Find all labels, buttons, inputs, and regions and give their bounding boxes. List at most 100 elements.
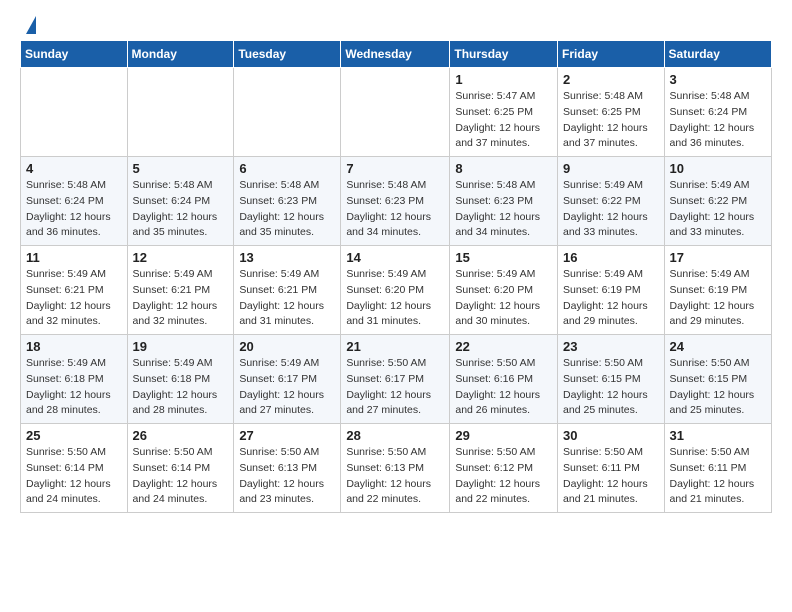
day-number: 8 bbox=[455, 161, 552, 176]
day-info: Sunrise: 5:49 AMSunset: 6:22 PMDaylight:… bbox=[563, 178, 659, 241]
day-info: Sunrise: 5:50 AMSunset: 6:16 PMDaylight:… bbox=[455, 356, 552, 419]
day-number: 1 bbox=[455, 72, 552, 87]
day-number: 23 bbox=[563, 339, 659, 354]
calendar-week-row: 18 Sunrise: 5:49 AMSunset: 6:18 PMDayligh… bbox=[21, 335, 772, 424]
day-number: 11 bbox=[26, 250, 122, 265]
calendar-cell: 23Sunrise: 5:50 AMSunset: 6:15 PMDayligh… bbox=[558, 335, 665, 424]
calendar-header-row: SundayMondayTuesdayWednesdayThursdayFrid… bbox=[21, 41, 772, 68]
calendar-cell: 21 Sunrise: 5:50 AMSunset: 6:17 PMDayligh… bbox=[341, 335, 450, 424]
day-info: Sunrise: 5:50 AMSunset: 6:13 PMDaylight:… bbox=[346, 445, 444, 508]
day-number: 5 bbox=[133, 161, 229, 176]
day-number: 7 bbox=[346, 161, 444, 176]
day-info: Sunrise: 5:49 AMSunset: 6:20 PMDaylight:… bbox=[455, 267, 552, 330]
calendar-cell: 5 Sunrise: 5:48 AMSunset: 6:24 PMDaylight… bbox=[127, 157, 234, 246]
calendar-cell: 3Sunrise: 5:48 AMSunset: 6:24 PMDaylight… bbox=[664, 68, 771, 157]
calendar-week-row: 1Sunrise: 5:47 AMSunset: 6:25 PMDaylight… bbox=[21, 68, 772, 157]
day-number: 17 bbox=[670, 250, 766, 265]
calendar-cell: 24 Sunrise: 5:50 AMSunset: 6:15 PMDayligh… bbox=[664, 335, 771, 424]
day-info: Sunrise: 5:48 AMSunset: 6:24 PMDaylight:… bbox=[670, 89, 766, 152]
day-info: Sunrise: 5:49 AMSunset: 6:20 PMDaylight:… bbox=[346, 267, 444, 330]
calendar-cell bbox=[234, 68, 341, 157]
calendar-cell: 18 Sunrise: 5:49 AMSunset: 6:18 PMDayligh… bbox=[21, 335, 128, 424]
day-info: Sunrise: 5:50 AMSunset: 6:13 PMDaylight:… bbox=[239, 445, 335, 508]
calendar-week-row: 11 Sunrise: 5:49 AMSunset: 6:21 PMDayligh… bbox=[21, 246, 772, 335]
calendar-week-row: 25 Sunrise: 5:50 AMSunset: 6:14 PMDayligh… bbox=[21, 424, 772, 513]
weekday-header-saturday: Saturday bbox=[664, 41, 771, 68]
day-number: 12 bbox=[133, 250, 229, 265]
day-info: Sunrise: 5:49 AMSunset: 6:19 PMDaylight:… bbox=[563, 267, 659, 330]
calendar-cell: 27 Sunrise: 5:50 AMSunset: 6:13 PMDayligh… bbox=[234, 424, 341, 513]
day-info: Sunrise: 5:49 AMSunset: 6:18 PMDaylight:… bbox=[133, 356, 229, 419]
day-info: Sunrise: 5:48 AMSunset: 6:23 PMDaylight:… bbox=[455, 178, 552, 241]
day-number: 27 bbox=[239, 428, 335, 443]
weekday-header-wednesday: Wednesday bbox=[341, 41, 450, 68]
logo-triangle-icon bbox=[26, 16, 36, 34]
day-number: 14 bbox=[346, 250, 444, 265]
calendar-cell: 31Sunrise: 5:50 AMSunset: 6:11 PMDayligh… bbox=[664, 424, 771, 513]
day-info: Sunrise: 5:48 AMSunset: 6:24 PMDaylight:… bbox=[26, 178, 122, 241]
day-number: 2 bbox=[563, 72, 659, 87]
day-number: 6 bbox=[239, 161, 335, 176]
day-info: Sunrise: 5:48 AMSunset: 6:24 PMDaylight:… bbox=[133, 178, 229, 241]
calendar-cell: 6 Sunrise: 5:48 AMSunset: 6:23 PMDaylight… bbox=[234, 157, 341, 246]
calendar-cell: 30 Sunrise: 5:50 AMSunset: 6:11 PMDayligh… bbox=[558, 424, 665, 513]
calendar-cell: 1Sunrise: 5:47 AMSunset: 6:25 PMDaylight… bbox=[450, 68, 558, 157]
day-number: 4 bbox=[26, 161, 122, 176]
day-info: Sunrise: 5:49 AMSunset: 6:19 PMDaylight:… bbox=[670, 267, 766, 330]
logo bbox=[20, 16, 36, 30]
day-info: Sunrise: 5:49 AMSunset: 6:18 PMDaylight:… bbox=[26, 356, 122, 419]
day-number: 22 bbox=[455, 339, 552, 354]
day-info: Sunrise: 5:48 AMSunset: 6:25 PMDaylight:… bbox=[563, 89, 659, 152]
day-number: 13 bbox=[239, 250, 335, 265]
calendar-cell: 28 Sunrise: 5:50 AMSunset: 6:13 PMDayligh… bbox=[341, 424, 450, 513]
calendar-cell: 10Sunrise: 5:49 AMSunset: 6:22 PMDayligh… bbox=[664, 157, 771, 246]
weekday-header-monday: Monday bbox=[127, 41, 234, 68]
calendar-cell: 29 Sunrise: 5:50 AMSunset: 6:12 PMDayligh… bbox=[450, 424, 558, 513]
calendar-table: SundayMondayTuesdayWednesdayThursdayFrid… bbox=[20, 40, 772, 513]
day-info: Sunrise: 5:50 AMSunset: 6:11 PMDaylight:… bbox=[563, 445, 659, 508]
day-info: Sunrise: 5:50 AMSunset: 6:17 PMDaylight:… bbox=[346, 356, 444, 419]
day-info: Sunrise: 5:49 AMSunset: 6:17 PMDaylight:… bbox=[239, 356, 335, 419]
calendar-cell: 11Sunrise: 5:49 AMSunset: 6:21 PMDayligh… bbox=[21, 246, 128, 335]
calendar-cell bbox=[127, 68, 234, 157]
day-number: 16 bbox=[563, 250, 659, 265]
day-number: 10 bbox=[670, 161, 766, 176]
calendar-cell: 7Sunrise: 5:48 AMSunset: 6:23 PMDaylight… bbox=[341, 157, 450, 246]
calendar-cell: 15 Sunrise: 5:49 AMSunset: 6:20 PMDayligh… bbox=[450, 246, 558, 335]
calendar-cell: 25 Sunrise: 5:50 AMSunset: 6:14 PMDayligh… bbox=[21, 424, 128, 513]
day-info: Sunrise: 5:50 AMSunset: 6:12 PMDaylight:… bbox=[455, 445, 552, 508]
calendar-cell: 2 Sunrise: 5:48 AMSunset: 6:25 PMDaylight… bbox=[558, 68, 665, 157]
day-info: Sunrise: 5:48 AMSunset: 6:23 PMDaylight:… bbox=[239, 178, 335, 241]
weekday-header-tuesday: Tuesday bbox=[234, 41, 341, 68]
day-number: 28 bbox=[346, 428, 444, 443]
day-info: Sunrise: 5:50 AMSunset: 6:14 PMDaylight:… bbox=[133, 445, 229, 508]
calendar-cell bbox=[341, 68, 450, 157]
day-number: 19 bbox=[133, 339, 229, 354]
day-number: 9 bbox=[563, 161, 659, 176]
day-number: 30 bbox=[563, 428, 659, 443]
day-number: 15 bbox=[455, 250, 552, 265]
calendar-cell: 4 Sunrise: 5:48 AMSunset: 6:24 PMDaylight… bbox=[21, 157, 128, 246]
day-info: Sunrise: 5:50 AMSunset: 6:14 PMDaylight:… bbox=[26, 445, 122, 508]
day-number: 18 bbox=[26, 339, 122, 354]
calendar-cell: 13 Sunrise: 5:49 AMSunset: 6:21 PMDayligh… bbox=[234, 246, 341, 335]
calendar-cell: 14 Sunrise: 5:49 AMSunset: 6:20 PMDayligh… bbox=[341, 246, 450, 335]
day-number: 29 bbox=[455, 428, 552, 443]
page-header bbox=[20, 16, 772, 30]
calendar-cell: 20 Sunrise: 5:49 AMSunset: 6:17 PMDayligh… bbox=[234, 335, 341, 424]
day-info: Sunrise: 5:50 AMSunset: 6:15 PMDaylight:… bbox=[670, 356, 766, 419]
calendar-cell: 22 Sunrise: 5:50 AMSunset: 6:16 PMDayligh… bbox=[450, 335, 558, 424]
weekday-header-sunday: Sunday bbox=[21, 41, 128, 68]
day-number: 24 bbox=[670, 339, 766, 354]
day-number: 21 bbox=[346, 339, 444, 354]
day-info: Sunrise: 5:49 AMSunset: 6:21 PMDaylight:… bbox=[239, 267, 335, 330]
weekday-header-thursday: Thursday bbox=[450, 41, 558, 68]
day-number: 26 bbox=[133, 428, 229, 443]
calendar-cell: 26 Sunrise: 5:50 AMSunset: 6:14 PMDayligh… bbox=[127, 424, 234, 513]
day-number: 20 bbox=[239, 339, 335, 354]
day-number: 25 bbox=[26, 428, 122, 443]
weekday-header-friday: Friday bbox=[558, 41, 665, 68]
day-info: Sunrise: 5:50 AMSunset: 6:11 PMDaylight:… bbox=[670, 445, 766, 508]
calendar-cell: 19 Sunrise: 5:49 AMSunset: 6:18 PMDayligh… bbox=[127, 335, 234, 424]
calendar-cell: 16 Sunrise: 5:49 AMSunset: 6:19 PMDayligh… bbox=[558, 246, 665, 335]
